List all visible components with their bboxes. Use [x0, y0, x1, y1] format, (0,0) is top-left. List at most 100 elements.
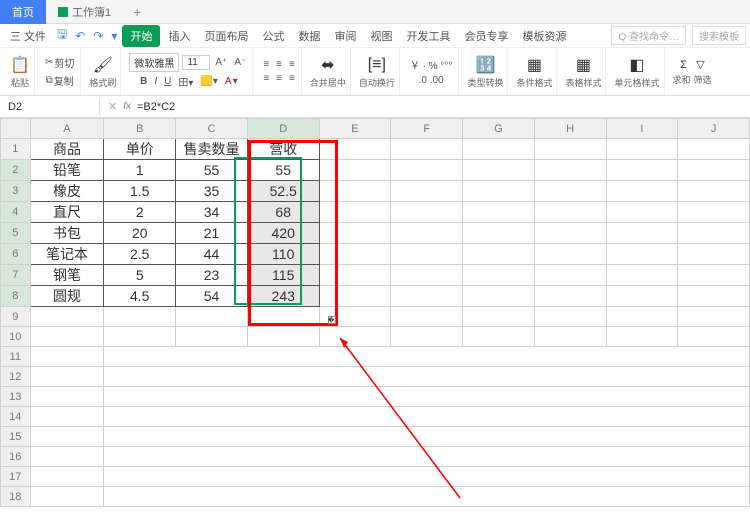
cell-H9[interactable]	[534, 307, 606, 327]
row-header-6[interactable]: 6	[1, 244, 31, 265]
cell-G6[interactable]	[463, 244, 535, 265]
row-header-10[interactable]: 10	[1, 327, 31, 347]
col-header-A[interactable]: A	[30, 119, 104, 139]
cell-F8[interactable]	[391, 286, 463, 307]
cell-J4[interactable]	[678, 202, 750, 223]
row-header-3[interactable]: 3	[1, 181, 31, 202]
format-painter-icon[interactable]: 🖌	[93, 55, 113, 75]
cell-G2[interactable]	[463, 160, 535, 181]
cell-B8[interactable]: 4.5	[104, 286, 176, 307]
row-header-9[interactable]: 9	[1, 307, 31, 327]
align-bot-icon[interactable]: ≡	[287, 58, 297, 71]
cell-A7[interactable]: 钢笔	[30, 265, 104, 286]
cell-C9[interactable]	[176, 307, 248, 327]
merge-icon[interactable]: ⬌	[318, 55, 338, 75]
align-mid-icon[interactable]: ≡	[274, 58, 284, 71]
cell-H6[interactable]	[534, 244, 606, 265]
cell-I9[interactable]	[606, 307, 678, 327]
menu-data[interactable]: 数据	[292, 25, 326, 47]
filter-icon[interactable]: ▽	[694, 58, 708, 72]
cell-I3[interactable]	[606, 181, 678, 202]
cell-F7[interactable]	[391, 265, 463, 286]
cell-E7[interactable]	[319, 265, 391, 286]
cell-F9[interactable]	[391, 307, 463, 327]
align-right-icon[interactable]: ≡	[287, 72, 297, 85]
cell-G7[interactable]	[463, 265, 535, 286]
cell-I6[interactable]	[606, 244, 678, 265]
cell-C10[interactable]	[176, 327, 248, 347]
cell-A17[interactable]	[30, 467, 104, 487]
cell-C5[interactable]: 21	[176, 223, 248, 244]
italic-icon[interactable]: I	[152, 75, 159, 88]
cell-A14[interactable]	[30, 407, 104, 427]
formula-input[interactable]: =B2*C2	[137, 101, 175, 113]
cell-I5[interactable]	[606, 223, 678, 244]
font-size-select[interactable]: 11	[182, 55, 210, 70]
cell-E5[interactable]	[319, 223, 391, 244]
row-header-8[interactable]: 8	[1, 286, 31, 307]
cell-H5[interactable]	[534, 223, 606, 244]
cell-I7[interactable]	[606, 265, 678, 286]
wrap-icon[interactable]: [≡]	[367, 55, 387, 75]
cell-B1[interactable]: 单价	[104, 139, 176, 160]
cond-fmt-icon[interactable]: ▦	[524, 55, 544, 75]
menu-formula[interactable]: 公式	[256, 25, 290, 47]
cell-A15[interactable]	[30, 427, 104, 447]
cell-D3[interactable]: 52.5	[247, 181, 319, 202]
fx-icon[interactable]: fx	[123, 101, 131, 112]
cell-J1[interactable]	[678, 139, 750, 160]
cell-H1[interactable]	[534, 139, 606, 160]
cell-A10[interactable]	[30, 327, 104, 347]
col-header-F[interactable]: F	[391, 119, 463, 139]
cell-J7[interactable]	[678, 265, 750, 286]
cell-J10[interactable]	[678, 327, 750, 347]
cell-A11[interactable]	[30, 347, 104, 367]
row-header-11[interactable]: 11	[1, 347, 31, 367]
cell-I1[interactable]	[606, 139, 678, 160]
decimal-buttons[interactable]: .0 .00	[417, 74, 446, 87]
font-shrink-icon[interactable]: A⁻	[232, 56, 248, 69]
cell-A13[interactable]	[30, 387, 104, 407]
undo-icon[interactable]: ↶	[72, 29, 88, 43]
cell-J8[interactable]	[678, 286, 750, 307]
file-menu[interactable]: 三 文件	[4, 25, 52, 47]
cell-C4[interactable]: 34	[176, 202, 248, 223]
col-header-J[interactable]: J	[678, 119, 750, 139]
cell-E4[interactable]	[319, 202, 391, 223]
cell-C6[interactable]: 44	[176, 244, 248, 265]
cell-J3[interactable]	[678, 181, 750, 202]
fill-color-icon[interactable]: 🟨▾	[198, 75, 219, 88]
cell-A16[interactable]	[30, 447, 104, 467]
cell-G1[interactable]	[463, 139, 535, 160]
menu-view[interactable]: 视图	[364, 25, 398, 47]
col-header-E[interactable]: E	[319, 119, 391, 139]
font-family-select[interactable]: 微软雅黑	[129, 53, 179, 72]
tab-workbook[interactable]: 工作簿1	[46, 0, 123, 24]
cell-D6[interactable]: 110	[247, 244, 319, 265]
col-header-G[interactable]: G	[463, 119, 535, 139]
cell-G8[interactable]	[463, 286, 535, 307]
cell-D4[interactable]: 68	[247, 202, 319, 223]
cell-B9[interactable]	[104, 307, 176, 327]
row-header-1[interactable]: 1	[1, 139, 31, 160]
number-format-icon[interactable]: 🔢	[475, 55, 495, 75]
cell-I8[interactable]	[606, 286, 678, 307]
cell-A4[interactable]: 直尺	[30, 202, 104, 223]
cell-B6[interactable]: 2.5	[104, 244, 176, 265]
cell-B10[interactable]	[104, 327, 176, 347]
cell-F2[interactable]	[391, 160, 463, 181]
cell-H8[interactable]	[534, 286, 606, 307]
cell-A18[interactable]	[30, 487, 104, 507]
cell-D9[interactable]	[247, 307, 319, 327]
cell-F10[interactable]	[391, 327, 463, 347]
cell-G9[interactable]	[463, 307, 535, 327]
cell-D7[interactable]: 115	[247, 265, 319, 286]
cell-B7[interactable]: 5	[104, 265, 176, 286]
cell-G4[interactable]	[463, 202, 535, 223]
cell-A9[interactable]	[30, 307, 104, 327]
cell-G3[interactable]	[463, 181, 535, 202]
tab-add[interactable]: +	[123, 0, 151, 24]
cell-A12[interactable]	[30, 367, 104, 387]
row-header-12[interactable]: 12	[1, 367, 31, 387]
cell-C2[interactable]: 55	[176, 160, 248, 181]
